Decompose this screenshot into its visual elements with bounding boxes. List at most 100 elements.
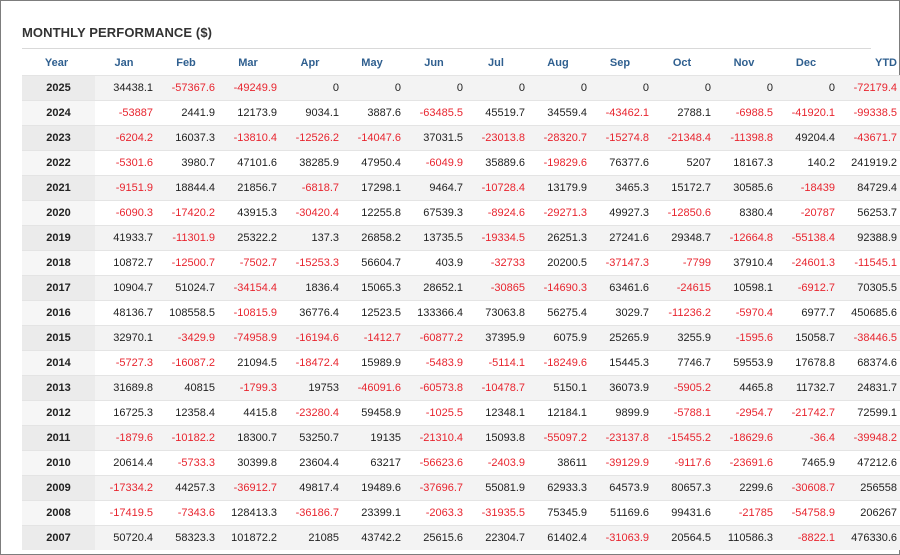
month-value-cell: 45519.7	[467, 100, 529, 126]
column-header-aug: Aug	[547, 57, 569, 69]
month-value-cell: 6977.7	[777, 300, 839, 326]
month-value-cell: -10182.2	[157, 425, 219, 451]
year-cell: 2021	[22, 175, 95, 201]
month-value-cell: -15274.8	[591, 125, 653, 151]
month-value-cell: 12348.1	[467, 400, 529, 426]
month-value-cell: 0	[653, 75, 715, 101]
month-value-cell: 140.2	[777, 150, 839, 176]
month-value-cell: -12500.7	[157, 250, 219, 276]
month-value-cell: 25265.9	[591, 325, 653, 351]
month-value-cell: -21742.7	[777, 400, 839, 426]
month-value-cell: 15058.7	[777, 325, 839, 351]
table-row: 2008 -17419.5 -7343.6 128413.3 -36186.7 23399…	[22, 500, 900, 526]
month-value-cell: -5301.6	[95, 150, 157, 176]
month-value-cell: 20614.4	[95, 450, 157, 476]
month-value-cell: 47950.4	[343, 150, 405, 176]
month-value-cell: -30420.4	[281, 200, 343, 226]
month-value-cell: -43462.1	[591, 100, 653, 126]
month-value-cell: -6090.3	[95, 200, 157, 226]
month-value-cell: 55081.9	[467, 475, 529, 501]
column-header-feb: Feb	[176, 57, 196, 69]
table-row: 2010 20614.4 -5733.3 30399.8 23604.4 63217 -56…	[22, 450, 900, 476]
year-cell: 2007	[22, 525, 95, 550]
month-value-cell: 37910.4	[715, 250, 777, 276]
month-value-cell: -18472.4	[281, 350, 343, 376]
month-value-cell: 38611	[529, 450, 591, 476]
month-value-cell: 2441.9	[157, 100, 219, 126]
month-value-cell: -15455.2	[653, 425, 715, 451]
month-value-cell: 76377.6	[591, 150, 653, 176]
month-value-cell: 0	[405, 75, 467, 101]
month-value-cell: -57367.6	[157, 75, 219, 101]
table-row: 2015 32970.1 -3429.9 -74958.9 -16194.6 -1412.…	[22, 325, 900, 351]
month-value-cell: -17334.2	[95, 475, 157, 501]
ytd-cell: 24831.7	[839, 375, 900, 401]
table-row: 2022 -5301.6 3980.7 47101.6 38285.9 47950.4 -6…	[22, 150, 900, 176]
table-row: 2017 10904.7 51024.7 -34154.4 1836.4 15065.3 2…	[22, 275, 900, 301]
month-value-cell: 13179.9	[529, 175, 591, 201]
month-value-cell: -13810.4	[219, 125, 281, 151]
month-value-cell: -3429.9	[157, 325, 219, 351]
month-value-cell: 137.3	[281, 225, 343, 251]
month-value-cell: 12173.9	[219, 100, 281, 126]
month-value-cell: 3887.6	[343, 100, 405, 126]
month-value-cell: 73063.8	[467, 300, 529, 326]
ytd-cell: 92388.9	[839, 225, 900, 251]
month-value-cell: 56275.4	[529, 300, 591, 326]
table-row: 2025 34438.1 -57367.6 -49249.9 0 0 0 0 0 0 0 0 0 -721…	[22, 75, 900, 101]
month-value-cell: -21348.4	[653, 125, 715, 151]
month-value-cell: 7465.9	[777, 450, 839, 476]
month-value-cell: -31063.9	[591, 525, 653, 550]
month-value-cell: -34154.4	[219, 275, 281, 301]
month-value-cell: -56623.6	[405, 450, 467, 476]
table-row: 2016 48136.7 108558.5 -10815.9 36776.4 12523.…	[22, 300, 900, 326]
month-value-cell: 18300.7	[219, 425, 281, 451]
month-value-cell: -8822.1	[777, 525, 839, 550]
month-value-cell: 21085	[281, 525, 343, 550]
month-value-cell: -60573.8	[405, 375, 467, 401]
month-value-cell: -9117.6	[653, 450, 715, 476]
column-header-jan: Jan	[114, 57, 134, 69]
table-row: 2011 -1879.6 -10182.2 18300.7 53250.7 19135 -2…	[22, 425, 900, 451]
month-value-cell: -60877.2	[405, 325, 467, 351]
month-value-cell: -19829.6	[529, 150, 591, 176]
month-value-cell: -15253.3	[281, 250, 343, 276]
month-value-cell: 2299.6	[715, 475, 777, 501]
month-value-cell: 108558.5	[157, 300, 219, 326]
month-value-cell: -53887	[95, 100, 157, 126]
month-value-cell: 10904.7	[95, 275, 157, 301]
year-cell: 2022	[22, 150, 95, 176]
month-value-cell: 61402.4	[529, 525, 591, 550]
column-header-year: Year	[44, 57, 69, 69]
month-value-cell: 32970.1	[95, 325, 157, 351]
month-value-cell: 47101.6	[219, 150, 281, 176]
column-header-sep: Sep	[609, 57, 631, 69]
month-value-cell: -11301.9	[157, 225, 219, 251]
month-value-cell: 49927.3	[591, 200, 653, 226]
month-value-cell: 30585.6	[715, 175, 777, 201]
month-value-cell: -31935.5	[467, 500, 529, 526]
month-value-cell: 0	[777, 75, 839, 101]
month-value-cell: -21785	[715, 500, 777, 526]
month-value-cell: 8380.4	[715, 200, 777, 226]
month-value-cell: 13735.5	[405, 225, 467, 251]
month-value-cell: 4465.8	[715, 375, 777, 401]
month-value-cell: 9464.7	[405, 175, 467, 201]
year-cell: 2018	[22, 250, 95, 276]
page-title: MONTHLY PERFORMANCE ($)	[22, 25, 213, 40]
month-value-cell: 128413.3	[219, 500, 281, 526]
column-header-jul: Jul	[488, 57, 504, 69]
year-cell: 2014	[22, 350, 95, 376]
month-value-cell: 26251.3	[529, 225, 591, 251]
month-value-cell: -23013.8	[467, 125, 529, 151]
month-value-cell: -2954.7	[715, 400, 777, 426]
month-value-cell: 5150.1	[529, 375, 591, 401]
month-value-cell: -1595.6	[715, 325, 777, 351]
month-value-cell: 63217	[343, 450, 405, 476]
year-cell: 2016	[22, 300, 95, 326]
table-row: 2019 41933.7 -11301.9 25322.2 137.3 26858.2 13…	[22, 225, 900, 251]
month-value-cell: -21310.4	[405, 425, 467, 451]
month-value-cell: 43915.3	[219, 200, 281, 226]
ytd-cell: 68374.6	[839, 350, 900, 376]
month-value-cell: 34438.1	[95, 75, 157, 101]
